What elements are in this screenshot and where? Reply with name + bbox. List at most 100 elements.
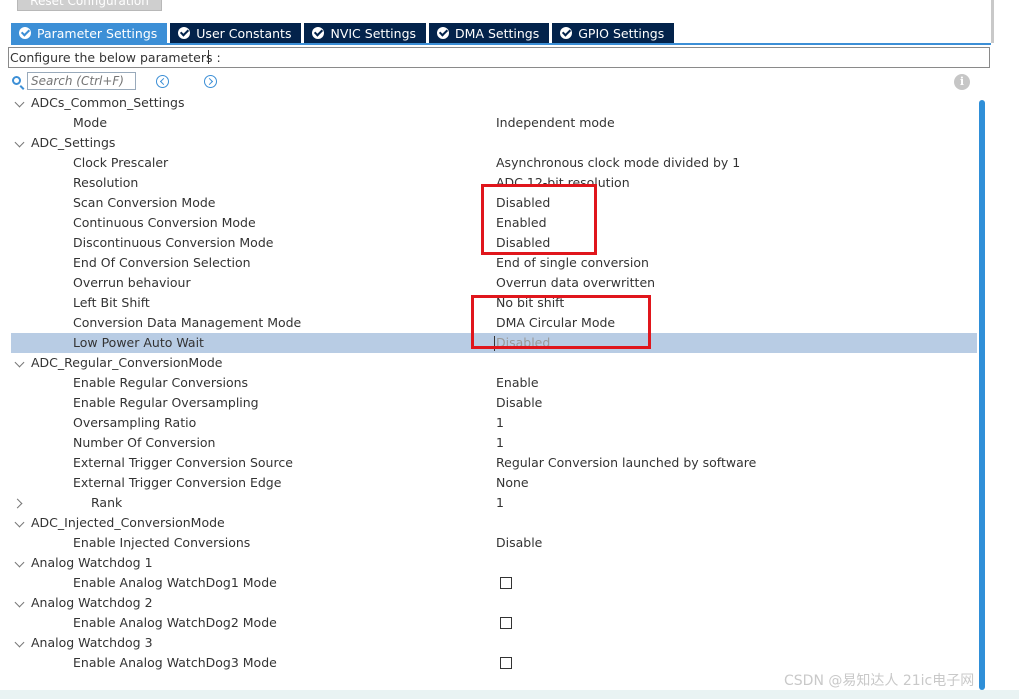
group-label: Analog Watchdog 2 [31, 595, 153, 610]
left-margin [0, 0, 6, 690]
watermark-text: CSDN @易知达人 21ic电子网 [784, 673, 975, 689]
group-analog-watchdog-3[interactable]: Analog Watchdog 3 [11, 633, 977, 653]
group-analog-watchdog-2[interactable]: Analog Watchdog 2 [11, 593, 977, 613]
param-row-oversampling-ratio[interactable]: Oversampling Ratio 1 [11, 413, 977, 433]
tab-dma-settings[interactable]: DMA Settings [429, 23, 550, 43]
tab-label: DMA Settings [455, 25, 540, 41]
chevron-down-icon[interactable] [14, 137, 25, 148]
param-name: Overrun behaviour [73, 275, 191, 290]
param-name: Enable Analog WatchDog2 Mode [73, 615, 277, 630]
param-row-overrun-behaviour[interactable]: Overrun behaviour Overrun data overwritt… [11, 273, 977, 293]
right-panel [994, 0, 1019, 690]
param-name: Enable Regular Conversions [73, 375, 249, 390]
watchdog3-checkbox[interactable] [500, 657, 512, 669]
param-value[interactable]: Independent mode [496, 113, 615, 133]
param-name: Low Power Auto Wait [73, 335, 204, 350]
tab-label: GPIO Settings [578, 25, 665, 41]
group-analog-watchdog-1[interactable]: Analog Watchdog 1 [11, 553, 977, 573]
param-row-enable-watchdog2[interactable]: Enable Analog WatchDog2 Mode [11, 613, 977, 633]
tab-label: NVIC Settings [330, 25, 417, 41]
param-value[interactable]: None [496, 473, 529, 493]
param-row-enable-watchdog1[interactable]: Enable Analog WatchDog1 Mode [11, 573, 977, 593]
chevron-down-icon[interactable] [14, 97, 25, 108]
check-circle-icon [178, 27, 191, 39]
group-adc-injected-conversion-mode[interactable]: ADC_Injected_ConversionMode [11, 513, 977, 533]
param-value[interactable]: Overrun data overwritten [496, 273, 655, 293]
watchdog1-checkbox[interactable] [500, 577, 512, 589]
tab-underline [11, 43, 991, 45]
param-value[interactable]: Asynchronous clock mode divided by 1 [496, 153, 740, 173]
param-row-mode[interactable]: Mode Independent mode [11, 113, 977, 133]
tab-bar: Parameter Settings User Constants NVIC S… [11, 23, 677, 43]
check-circle-icon [437, 27, 450, 39]
param-value[interactable]: Disable [496, 393, 542, 413]
config-description-text: Configure the below parameters : [10, 50, 221, 65]
param-name: Oversampling Ratio [73, 415, 197, 430]
param-name: Enable Regular Oversampling [73, 395, 259, 410]
chevron-down-icon[interactable] [14, 597, 25, 608]
search-icon[interactable] [12, 76, 21, 85]
group-label: Analog Watchdog 1 [31, 555, 153, 570]
tab-nvic-settings[interactable]: NVIC Settings [304, 23, 427, 43]
param-row-external-trigger-edge[interactable]: External Trigger Conversion Edge None [11, 473, 977, 493]
text-cursor [208, 50, 209, 64]
param-name: Enable Injected Conversions [73, 535, 251, 550]
arrow-right-circle-icon[interactable] [204, 75, 217, 88]
watchdog2-checkbox[interactable] [500, 617, 512, 629]
status-bar [0, 690, 1019, 699]
tab-gpio-settings[interactable]: GPIO Settings [552, 23, 675, 43]
param-name: Rank [91, 495, 123, 510]
group-adcs-common-settings[interactable]: ADCs_Common_Settings [11, 93, 977, 113]
tab-user-constants[interactable]: User Constants [170, 23, 302, 43]
param-row-end-of-conversion-selection[interactable]: End Of Conversion Selection End of singl… [11, 253, 977, 273]
annotation-highlight-box [471, 295, 651, 349]
param-name: Discontinuous Conversion Mode [73, 235, 274, 250]
param-name: Conversion Data Management Mode [73, 315, 302, 330]
check-circle-icon [19, 27, 31, 39]
chevron-down-icon[interactable] [14, 357, 25, 368]
param-name: Left Bit Shift [73, 295, 150, 310]
param-row-clock-prescaler[interactable]: Clock Prescaler Asynchronous clock mode … [11, 153, 977, 173]
param-row-number-of-conversion[interactable]: Number Of Conversion 1 [11, 433, 977, 453]
param-name: Number Of Conversion [73, 435, 216, 450]
group-label: ADC_Injected_ConversionMode [31, 515, 225, 530]
param-row-enable-regular-conversions[interactable]: Enable Regular Conversions Enable [11, 373, 977, 393]
group-label: ADCs_Common_Settings [31, 95, 185, 110]
param-value[interactable]: 1 [496, 433, 504, 453]
param-name: Enable Analog WatchDog1 Mode [73, 575, 277, 590]
arrow-left-circle-icon[interactable] [156, 75, 169, 88]
param-name: External Trigger Conversion Source [73, 455, 293, 470]
check-circle-icon [560, 27, 573, 39]
check-circle-icon [312, 27, 325, 39]
param-value[interactable]: 1 [496, 413, 504, 433]
tab-parameter-settings[interactable]: Parameter Settings [11, 23, 168, 43]
param-row-rank[interactable]: Rank 1 [11, 493, 977, 513]
param-value[interactable]: Regular Conversion launched by software [496, 453, 756, 473]
chevron-down-icon[interactable] [14, 557, 25, 568]
search-input[interactable] [27, 72, 136, 90]
group-adc-regular-conversion-mode[interactable]: ADC_Regular_ConversionMode [11, 353, 977, 373]
param-row-enable-regular-oversampling[interactable]: Enable Regular Oversampling Disable [11, 393, 977, 413]
chevron-right-icon[interactable] [12, 498, 23, 509]
param-name: External Trigger Conversion Edge [73, 475, 282, 490]
chevron-down-icon[interactable] [14, 637, 25, 648]
info-icon[interactable]: i [954, 74, 970, 90]
param-name: Mode [73, 115, 108, 130]
param-name: Enable Analog WatchDog3 Mode [73, 655, 277, 670]
parameter-tree: ADCs_Common_Settings Mode Independent mo… [11, 93, 977, 673]
group-adc-settings[interactable]: ADC_Settings [11, 133, 977, 153]
param-value[interactable]: Disable [496, 533, 542, 553]
annotation-highlight-box [481, 184, 597, 255]
group-label: ADC_Regular_ConversionMode [31, 355, 223, 370]
group-label: Analog Watchdog 3 [31, 635, 153, 650]
param-value[interactable]: Enable [496, 373, 539, 393]
param-value[interactable]: End of single conversion [496, 253, 649, 273]
param-row-external-trigger-source[interactable]: External Trigger Conversion Source Regul… [11, 453, 977, 473]
scrollbar-thumb[interactable] [979, 100, 985, 690]
param-name: End Of Conversion Selection [73, 255, 251, 270]
param-value[interactable]: 1 [496, 493, 504, 513]
chevron-down-icon[interactable] [14, 517, 25, 528]
param-row-enable-injected-conversions[interactable]: Enable Injected Conversions Disable [11, 533, 977, 553]
tab-label: Parameter Settings [37, 25, 158, 41]
reset-configuration-button[interactable]: Reset Configuration [17, 0, 162, 11]
